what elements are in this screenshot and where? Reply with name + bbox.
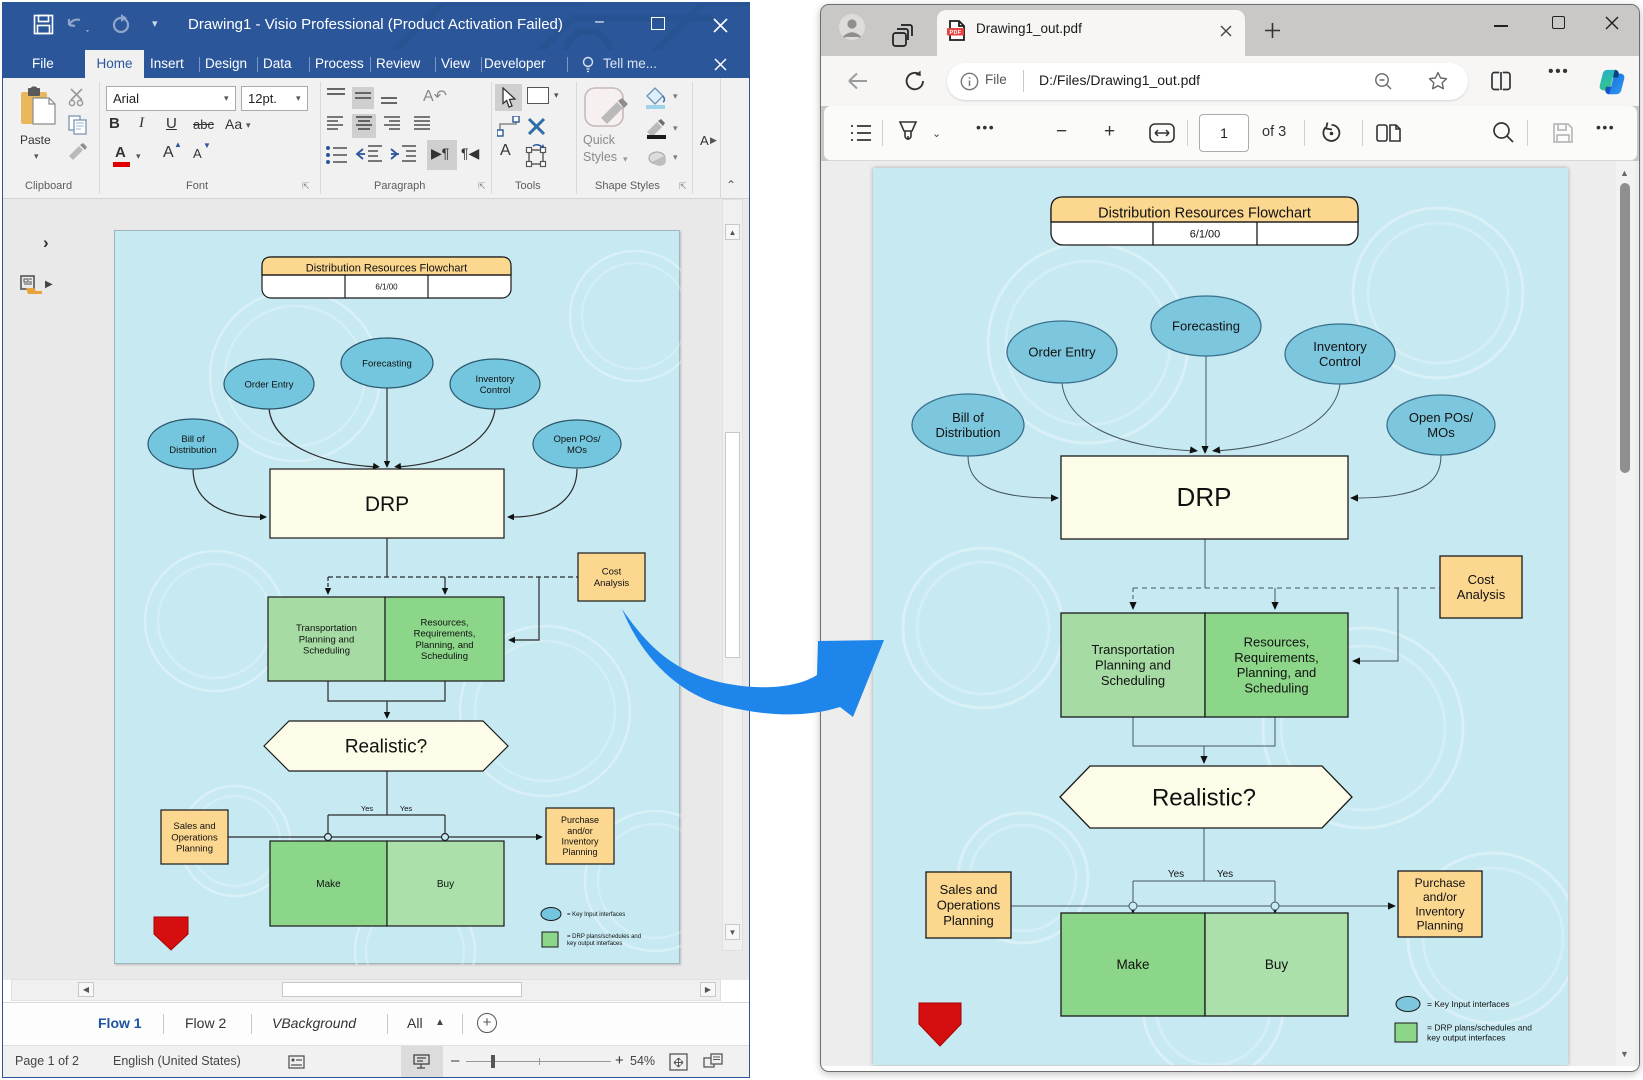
svg-text:Purchase: Purchase bbox=[1415, 876, 1466, 890]
svg-text:Planning: Planning bbox=[943, 913, 994, 928]
svg-text:DRP: DRP bbox=[1177, 482, 1232, 512]
svg-text:MOs: MOs bbox=[567, 445, 587, 456]
svg-text:MOs: MOs bbox=[1427, 425, 1455, 440]
svg-text:Yes: Yes bbox=[400, 804, 412, 813]
svg-text:Yes: Yes bbox=[1217, 869, 1233, 880]
svg-text:= DRP plans/schedules and: = DRP plans/schedules and bbox=[567, 934, 641, 940]
svg-text:= Key Input interfaces: = Key Input interfaces bbox=[1427, 999, 1509, 1009]
svg-text:Distribution: Distribution bbox=[169, 445, 217, 456]
svg-text:Planning and: Planning and bbox=[299, 634, 354, 645]
svg-text:Distribution: Distribution bbox=[935, 425, 1000, 440]
svg-text:Buy: Buy bbox=[437, 879, 454, 890]
svg-text:Planning and: Planning and bbox=[1095, 658, 1171, 673]
svg-text:Control: Control bbox=[480, 385, 511, 396]
svg-text:= Key Input interfaces: = Key Input interfaces bbox=[567, 912, 625, 918]
svg-text:Forecasting: Forecasting bbox=[1172, 319, 1240, 334]
svg-text:Scheduling: Scheduling bbox=[303, 646, 350, 657]
svg-text:Realistic?: Realistic? bbox=[345, 737, 427, 758]
svg-text:Transportation: Transportation bbox=[1091, 642, 1174, 657]
svg-text:Forecasting: Forecasting bbox=[362, 358, 412, 369]
svg-text:= DRP plans/schedules and: = DRP plans/schedules and bbox=[1427, 1022, 1532, 1032]
svg-text:Scheduling: Scheduling bbox=[1101, 673, 1165, 688]
svg-text:key output interfaces: key output interfaces bbox=[567, 941, 622, 947]
svg-text:Resources,: Resources, bbox=[420, 618, 468, 629]
svg-text:Resources,: Resources, bbox=[1244, 635, 1310, 650]
svg-text:Transportation: Transportation bbox=[296, 623, 357, 634]
svg-text:Analysis: Analysis bbox=[1457, 587, 1506, 602]
svg-text:Operations: Operations bbox=[937, 898, 1001, 913]
svg-text:Planning, and: Planning, and bbox=[1237, 665, 1317, 680]
svg-text:Make: Make bbox=[316, 879, 341, 890]
svg-text:Order Entry: Order Entry bbox=[244, 379, 293, 390]
svg-text:Requirements,: Requirements, bbox=[1234, 650, 1319, 665]
svg-text:Inventory: Inventory bbox=[475, 374, 514, 385]
svg-text:key output interfaces: key output interfaces bbox=[1427, 1033, 1505, 1043]
svg-text:Cost: Cost bbox=[1468, 572, 1495, 587]
svg-text:Inventory: Inventory bbox=[1415, 904, 1464, 918]
svg-text:Control: Control bbox=[1319, 354, 1361, 369]
svg-text:6/1/00: 6/1/00 bbox=[375, 282, 398, 291]
svg-text:Sales and: Sales and bbox=[940, 882, 998, 897]
svg-text:Planning: Planning bbox=[176, 844, 213, 855]
svg-text:Bill of: Bill of bbox=[181, 434, 205, 445]
svg-text:Planning, and: Planning, and bbox=[415, 640, 473, 651]
svg-text:PDF: PDF bbox=[950, 30, 962, 36]
svg-text:6/1/00: 6/1/00 bbox=[1190, 228, 1221, 240]
svg-text:Purchase: Purchase bbox=[561, 815, 599, 825]
svg-text:Planning: Planning bbox=[1417, 918, 1464, 932]
svg-text:Yes: Yes bbox=[361, 804, 373, 813]
svg-text:Distribution Resources Flowcha: Distribution Resources Flowchart bbox=[1098, 205, 1311, 221]
svg-text:Sales and: Sales and bbox=[173, 821, 215, 832]
svg-text:Buy: Buy bbox=[1265, 957, 1289, 972]
svg-text:DRP: DRP bbox=[365, 493, 409, 516]
svg-text:Scheduling: Scheduling bbox=[1244, 681, 1308, 696]
svg-text:Planning: Planning bbox=[562, 847, 597, 857]
svg-text:and/or: and/or bbox=[567, 826, 593, 836]
svg-text:Order Entry: Order Entry bbox=[1028, 345, 1096, 360]
svg-text:Distribution Resources Flowcha: Distribution Resources Flowchart bbox=[306, 262, 467, 274]
svg-text:Requirements,: Requirements, bbox=[414, 629, 476, 640]
svg-text:Inventory: Inventory bbox=[561, 837, 599, 847]
svg-text:Make: Make bbox=[1116, 957, 1149, 972]
svg-text:and/or: and/or bbox=[1423, 890, 1457, 904]
svg-text:Open POs/: Open POs/ bbox=[554, 434, 601, 445]
svg-text:Bill of: Bill of bbox=[952, 410, 984, 425]
svg-text:Inventory: Inventory bbox=[1313, 339, 1367, 354]
svg-text:Open POs/: Open POs/ bbox=[1409, 410, 1474, 425]
svg-text:Operations: Operations bbox=[171, 832, 218, 843]
svg-text:Yes: Yes bbox=[1168, 869, 1184, 880]
svg-text:Scheduling: Scheduling bbox=[421, 651, 468, 662]
svg-text:Realistic?: Realistic? bbox=[1152, 784, 1256, 811]
